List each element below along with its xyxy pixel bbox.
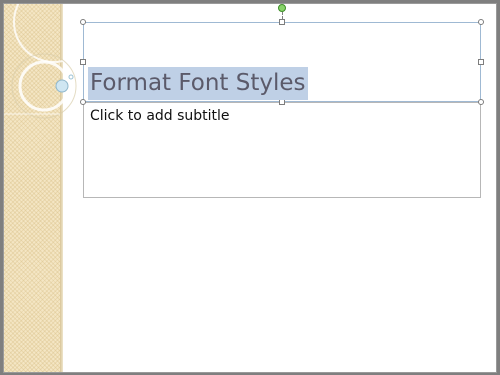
slide-canvas: Format Font Styles Click to add subtitle: [4, 4, 496, 372]
slide-title-text[interactable]: Format Font Styles: [88, 67, 308, 100]
resize-handle-bottom-right[interactable]: [478, 99, 484, 105]
subtitle-placeholder-text[interactable]: Click to add subtitle: [90, 107, 230, 125]
resize-handle-bottom-left[interactable]: [80, 99, 86, 105]
resize-handle-left[interactable]: [80, 59, 86, 65]
resize-handle-right[interactable]: [478, 59, 484, 65]
rotation-handle[interactable]: [278, 4, 286, 12]
resize-handle-top-left[interactable]: [80, 19, 86, 25]
resize-handle-top-right[interactable]: [478, 19, 484, 25]
resize-handle-top[interactable]: [279, 19, 285, 25]
